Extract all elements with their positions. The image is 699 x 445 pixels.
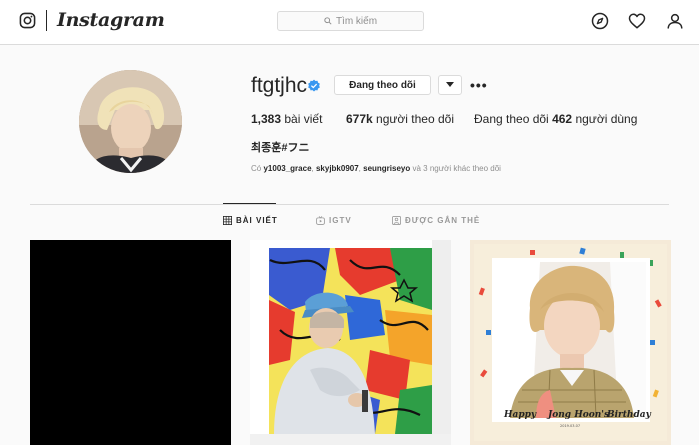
search-input[interactable]: Tìm kiếm: [277, 11, 424, 31]
posts-count: 1,383: [251, 112, 282, 126]
following-prefix: Đang theo dõi: [474, 112, 549, 126]
instagram-wordmark[interactable]: Instagram: [57, 9, 165, 31]
grid-icon: [223, 215, 232, 225]
more-options-icon[interactable]: •••: [470, 77, 488, 93]
tag-icon: [392, 215, 401, 225]
followed-by-user-1[interactable]: y1003_grace: [263, 164, 311, 173]
followers-stat[interactable]: 677k người theo dõi: [346, 112, 454, 126]
posts-label: bài viết: [284, 112, 323, 126]
post-image-painting: [250, 240, 451, 445]
post-thumbnail-3[interactable]: Happy Jong Hoon's Birthday 2019.03.07: [470, 240, 671, 445]
caret-down-icon: [446, 82, 454, 87]
followed-by-user-2[interactable]: skyjbk0907: [316, 164, 359, 173]
followed-by-user-3[interactable]: seungriseyo: [363, 164, 410, 173]
avatar-photo: [79, 70, 182, 173]
following-label: người dùng: [575, 112, 638, 126]
igtv-icon: [316, 215, 325, 225]
followed-by-prefix: Có: [251, 164, 262, 173]
compass-icon[interactable]: [591, 12, 609, 30]
post-image-birthday-card: Happy Jong Hoon's Birthday 2019.03.07: [470, 240, 671, 445]
posts-stat: 1,383 bài viết: [251, 112, 322, 126]
following-stat[interactable]: Đang theo dõi 462 người dùng: [474, 112, 637, 126]
post-image-black: [30, 240, 231, 445]
card-caption-happy: Happy: [503, 410, 537, 420]
post-thumbnail-2[interactable]: [250, 240, 451, 445]
logo-divider: [46, 10, 47, 31]
followed-by-line[interactable]: Có y1003_grace, skyjbk0907, seungriseyo …: [251, 164, 501, 173]
card-caption-birthday: Birthday: [606, 410, 652, 420]
tabs-divider: [30, 204, 669, 205]
search-placeholder: Tìm kiếm: [335, 15, 378, 27]
followers-count: 677k: [346, 112, 373, 126]
user-icon[interactable]: [666, 12, 684, 30]
profile-avatar[interactable]: [79, 70, 182, 173]
profile-full-name: 최종훈#フニ: [251, 142, 310, 154]
verified-badge-icon: [308, 79, 320, 92]
tab-tagged[interactable]: ĐƯỢC GẮN THẺ: [392, 213, 480, 227]
following-count: 462: [552, 112, 573, 126]
search-icon: [324, 17, 332, 25]
tab-igtv[interactable]: IGTV: [316, 213, 352, 227]
profile-username: ftgtjhc: [251, 74, 308, 97]
tab-posts-label: BÀI VIẾT: [236, 215, 278, 225]
tab-posts[interactable]: BÀI VIẾT: [223, 213, 278, 227]
card-date-text: 2019.03.07: [560, 424, 580, 428]
post-thumbnail-1[interactable]: [30, 240, 231, 445]
top-nav-bar: Instagram Tìm kiếm: [0, 0, 699, 45]
following-button[interactable]: Đang theo dõi: [334, 75, 431, 95]
tab-igtv-label: IGTV: [329, 215, 352, 225]
tab-tagged-label: ĐƯỢC GẮN THẺ: [405, 215, 481, 225]
suggestions-dropdown-button[interactable]: [438, 75, 462, 95]
instagram-glyph-icon[interactable]: [19, 12, 36, 29]
card-caption-name: Jong Hoon's: [546, 410, 609, 420]
active-tab-indicator: [223, 203, 276, 204]
followed-by-suffix: và 3 người khác theo dõi: [412, 164, 501, 173]
heart-icon[interactable]: [628, 12, 646, 30]
followers-label: người theo dõi: [376, 112, 454, 126]
